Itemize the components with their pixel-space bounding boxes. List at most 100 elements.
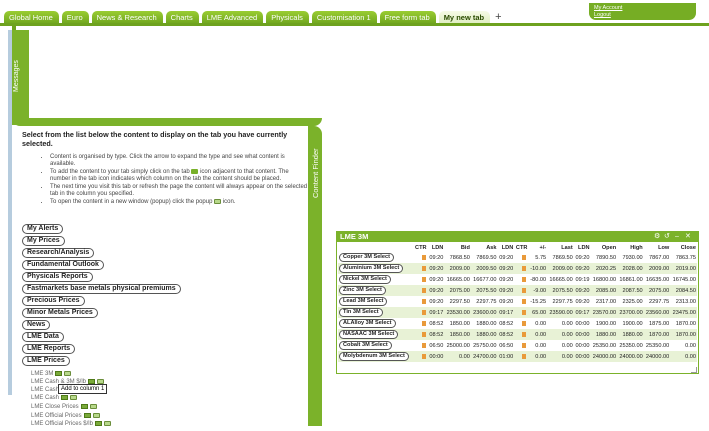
flag-icon (421, 287, 426, 293)
settings-icon[interactable]: ⚙ (654, 232, 660, 241)
add-to-tab-icon[interactable] (61, 395, 69, 400)
popup-icon[interactable] (70, 395, 78, 400)
flag-cell (413, 329, 428, 340)
table-cell: 1880.00 (476, 320, 497, 327)
lme-prices-item-label[interactable]: LME Cash (31, 395, 59, 401)
flag-icon (421, 276, 426, 282)
flag-icon (421, 254, 426, 260)
table-cell: 09:17 (573, 307, 591, 318)
row-name-cell: ALAlloy 3M Select (338, 318, 413, 329)
metal-select-button[interactable]: Cobalt 3M Select (339, 341, 392, 350)
category-news[interactable]: News (22, 320, 51, 330)
table-cell: 2028.00 (617, 263, 644, 274)
lme-prices-item-label[interactable]: LME Official Prices $/lb (31, 421, 93, 427)
my-account-link[interactable]: My Account (594, 5, 622, 11)
table-cell: 16800.00 (592, 276, 617, 283)
flag-cell (514, 351, 529, 362)
column-header: CTR (415, 245, 427, 251)
metal-select-button[interactable]: Zinc 3M Select (339, 286, 386, 295)
category-minor-metals-prices[interactable]: Minor Metals Prices (22, 308, 98, 318)
category-my-alerts[interactable]: My Alerts (22, 224, 64, 234)
logout-link[interactable]: Logout (594, 12, 611, 18)
add-to-tab-icon[interactable] (83, 413, 91, 418)
category-precious-prices[interactable]: Precious Prices (22, 296, 85, 306)
messages-panel-bottom (12, 118, 322, 126)
table-cell: 23530.00 (444, 307, 471, 318)
popup-icon[interactable] (89, 404, 97, 409)
table-cell: 2075.00 (444, 285, 471, 296)
lme-prices-item-label[interactable]: LME Close Prices (31, 404, 79, 410)
popup-icon[interactable] (92, 413, 100, 418)
metal-select-button[interactable]: Lead 3M Select (339, 297, 388, 306)
table-cell: 16635.00 (645, 276, 670, 283)
row-name-cell: NASAAC 3M Select (338, 329, 414, 340)
table-row: Tin 3M Select 09:17 23530.00 23600.00 09:17 6… (338, 307, 697, 318)
resize-handle[interactable] (691, 367, 697, 373)
row-name-cell: Copper 3M Select (338, 252, 413, 263)
table-cell: 23570.00 (590, 307, 618, 318)
lme-3m-header[interactable] (336, 231, 699, 242)
minimize-icon[interactable]: – (675, 232, 679, 241)
table-row: Nickel 3M Select 09:20 16665.00 16677.00 09:… (338, 274, 697, 285)
table-cell: 23560.00 (643, 307, 671, 318)
table-cell: 16677.00 (473, 276, 497, 283)
table-cell: 16665.00 (446, 276, 470, 283)
flag-cell (514, 285, 529, 296)
metal-select-button[interactable]: Molybdenum 3M Select (339, 352, 409, 361)
table-cell: 7863.75 (675, 254, 696, 261)
flag-cell (413, 252, 427, 263)
lme-prices-item-label[interactable]: LME Official Prices (31, 413, 82, 419)
category-fundamental-outlook[interactable]: Fundamental Outlook (22, 260, 104, 270)
category-lme-prices[interactable]: LME Prices (22, 356, 70, 366)
table-cell: 16665.00 (549, 276, 573, 283)
lme-prices-item-label[interactable]: LME 3M (31, 371, 53, 377)
table-cell: 09:20 (429, 298, 444, 305)
table-cell: 23590.00 (547, 307, 574, 318)
lme-prices-item: LME Close Prices (31, 404, 97, 410)
table-cell: 0.00 (561, 320, 573, 327)
close-icon[interactable]: ✕ (685, 232, 691, 241)
flag-icon (522, 298, 527, 304)
metal-select-button[interactable]: Tin 3M Select (339, 308, 383, 317)
category-physicals-reports[interactable]: Physicals Reports (22, 272, 93, 282)
add-to-tab-icon[interactable] (80, 404, 88, 409)
add-to-tab-icon[interactable] (55, 371, 63, 376)
instruction-text: To add the content to your tab simply cl… (50, 169, 190, 176)
table-cell: 09:20 (429, 276, 444, 283)
category-lme-data[interactable]: LME Data (22, 332, 64, 342)
table-cell: 08:52 (429, 320, 444, 327)
popup-icon[interactable] (103, 421, 111, 426)
metal-select-button[interactable]: Nickel 3M Select (339, 275, 391, 284)
table-cell: 0.00 (528, 351, 548, 362)
content-finder-label: Content Finder (311, 148, 320, 198)
popup-icon[interactable] (64, 371, 72, 376)
flag-icon (522, 353, 527, 359)
metal-select-button[interactable]: NASAAC 3M Select (339, 330, 399, 339)
add-to-tab-icon[interactable] (94, 421, 102, 426)
metal-select-button[interactable]: ALAlloy 3M Select (339, 319, 396, 328)
metal-select-button[interactable]: Copper 3M Select (339, 253, 394, 262)
category-my-prices[interactable]: My Prices (22, 236, 65, 246)
metal-select-button[interactable]: Aluminium 3M Select (339, 264, 404, 273)
table-row: Cobalt 3M Select 06:50 25000.00 25750.00 06:… (338, 340, 697, 351)
category-research-analysis[interactable]: Research/Analysis (22, 248, 95, 258)
table-cell: 1900.00 (595, 320, 617, 327)
table-cell: -15.25 (530, 298, 547, 305)
table-cell: 06:50 (429, 342, 444, 349)
table-cell: 2297.75 (552, 298, 573, 305)
lme-prices-item-label[interactable]: LME Cash (31, 387, 59, 393)
category-lme-reports[interactable]: LME Reports (22, 344, 76, 354)
table-cell: 2297.75 (476, 298, 497, 305)
column-header: Low (658, 245, 670, 251)
table-row: ALAlloy 3M Select 08:52 1850.00 1880.00 08:5… (338, 318, 697, 329)
table-row: Aluminium 3M Select 09:20 2009.00 2009.50 09… (338, 263, 697, 274)
popup-icon (214, 199, 222, 205)
table-cell: 23600.00 (470, 307, 498, 318)
table-cell: 2019.00 (670, 263, 697, 274)
table-cell: 7930.00 (622, 254, 643, 261)
category-fastmarkets-base-metals-physical-premiums[interactable]: Fastmarkets base metals physical premium… (22, 284, 181, 294)
refresh-icon[interactable]: ↺ (664, 232, 670, 241)
lme-prices-item: LME 3M (31, 371, 72, 377)
table-cell: 7890.50 (595, 254, 617, 261)
table-cell: 1870.00 (643, 329, 671, 340)
